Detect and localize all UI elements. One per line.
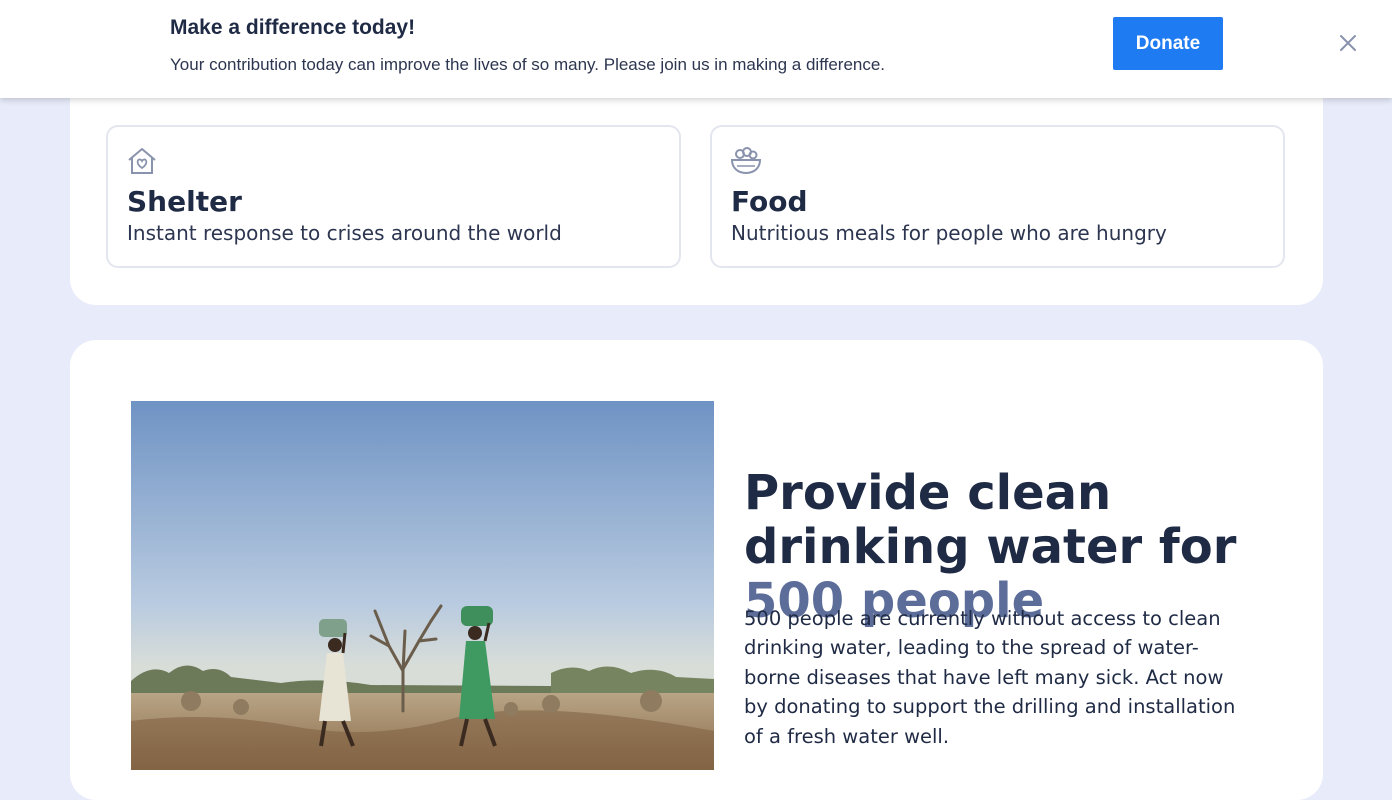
banner-title: Make a difference today!	[170, 16, 416, 39]
banner-text: Your contribution today can improve the …	[170, 55, 886, 74]
cause-title: Shelter	[127, 185, 242, 218]
feature-body: 500 people are currently without access …	[744, 607, 1236, 748]
cause-title: Food	[731, 185, 808, 218]
cause-card-food[interactable]: Food Nutritious meals for people who are…	[710, 125, 1285, 268]
women-carrying-water-photo	[131, 401, 714, 770]
donation-banner: Make a difference today! Your contributi…	[0, 0, 1392, 98]
close-icon[interactable]	[1336, 31, 1360, 55]
cause-card-shelter[interactable]: Shelter Instant response to crises aroun…	[106, 125, 681, 268]
cause-description: Nutritious meals for people who are hung…	[731, 221, 1167, 245]
donate-button[interactable]: Donate	[1113, 17, 1223, 70]
headline-text: Provide clean drinking water for	[744, 465, 1237, 575]
cause-description: Instant response to crises around the wo…	[127, 221, 562, 245]
food-bowl-icon	[730, 147, 762, 175]
house-heart-icon	[128, 148, 156, 174]
